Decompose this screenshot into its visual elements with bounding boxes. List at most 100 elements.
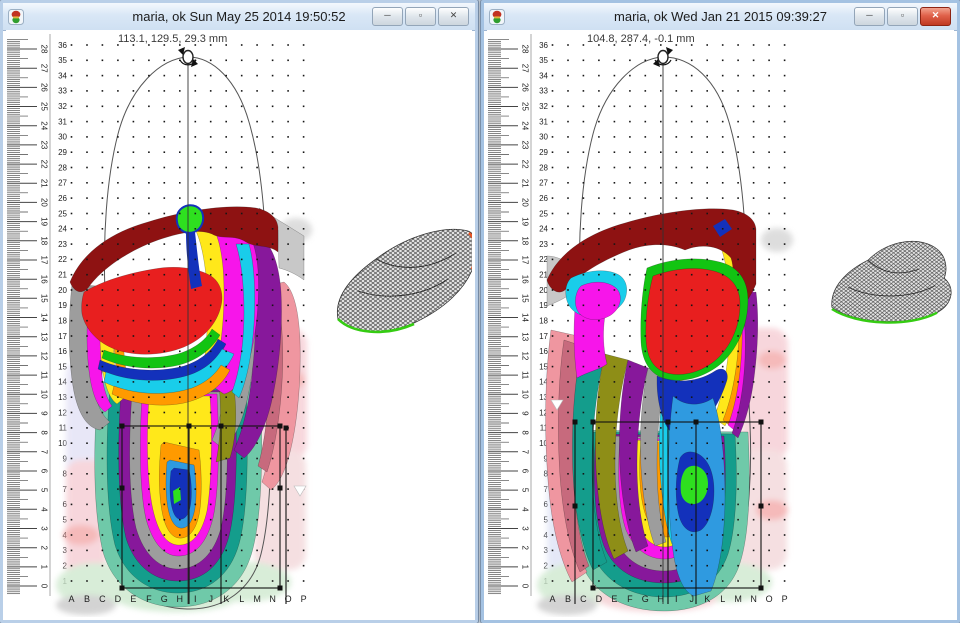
svg-text:27: 27: [40, 64, 49, 73]
svg-text:29: 29: [58, 148, 67, 157]
svg-text:7: 7: [521, 450, 530, 455]
svg-text:18: 18: [58, 317, 67, 326]
svg-text:O: O: [285, 594, 292, 604]
svg-text:25: 25: [521, 102, 530, 111]
svg-text:21: 21: [40, 179, 49, 188]
svg-text:G: G: [642, 594, 649, 604]
svg-text:19: 19: [521, 217, 530, 226]
heel-3d-mesh-view[interactable]: [821, 208, 954, 353]
svg-text:8: 8: [521, 430, 530, 435]
svg-text:8: 8: [40, 430, 49, 435]
pressure-map-canvas[interactable]: 2827262524232221201918171615141312111098…: [6, 30, 318, 617]
svg-text:A: A: [549, 594, 555, 604]
titlebar[interactable]: maria, ok Wed Jan 21 2015 09:39:27 ─ ▫ ✕: [484, 3, 957, 31]
svg-text:23: 23: [539, 240, 548, 249]
svg-text:26: 26: [40, 83, 49, 92]
svg-text:24: 24: [58, 225, 67, 234]
svg-text:E: E: [611, 594, 617, 604]
svg-text:25: 25: [40, 102, 49, 111]
svg-text:10: 10: [40, 390, 49, 399]
svg-text:H: H: [658, 594, 665, 604]
svg-text:17: 17: [539, 332, 548, 341]
svg-text:K: K: [223, 594, 229, 604]
svg-text:32: 32: [58, 102, 67, 111]
close-button[interactable]: ✕: [438, 7, 469, 26]
cm-ruler: 2827262524232221201918171615141312111098…: [7, 39, 49, 595]
svg-text:24: 24: [40, 121, 49, 130]
svg-text:22: 22: [40, 160, 49, 169]
svg-text:13: 13: [521, 332, 530, 341]
svg-text:18: 18: [521, 236, 530, 245]
svg-text:1: 1: [40, 565, 49, 570]
pressure-contour-map: [545, 208, 758, 612]
svg-text:3: 3: [40, 526, 49, 531]
svg-text:32: 32: [539, 102, 548, 111]
svg-text:6: 6: [521, 469, 530, 474]
svg-text:15: 15: [40, 294, 49, 303]
svg-text:K: K: [704, 594, 710, 604]
svg-text:D: D: [115, 594, 122, 604]
svg-text:20: 20: [521, 198, 530, 207]
svg-text:25: 25: [58, 209, 67, 218]
app-foot-icon: [489, 8, 505, 25]
svg-text:28: 28: [58, 163, 67, 172]
svg-text:4: 4: [40, 507, 49, 512]
svg-text:21: 21: [58, 271, 67, 280]
svg-text:5: 5: [40, 488, 49, 493]
pressure-map-canvas[interactable]: 2827262524232221201918171615141312111098…: [487, 30, 799, 617]
svg-text:35: 35: [58, 56, 67, 65]
svg-text:31: 31: [539, 117, 548, 126]
svg-text:6: 6: [40, 469, 49, 474]
svg-text:L: L: [239, 594, 244, 604]
svg-text:23: 23: [521, 140, 530, 149]
rotation-marker[interactable]: [178, 47, 198, 67]
minimize-button[interactable]: ─: [854, 7, 885, 26]
svg-text:33: 33: [539, 87, 548, 96]
svg-text:22: 22: [58, 255, 67, 264]
svg-text:33: 33: [58, 87, 67, 96]
svg-text:23: 23: [58, 240, 67, 249]
svg-text:D: D: [596, 594, 603, 604]
svg-text:20: 20: [58, 286, 67, 295]
minimize-button[interactable]: ─: [372, 7, 403, 26]
maximize-button[interactable]: ▫: [887, 7, 918, 26]
svg-text:F: F: [146, 594, 152, 604]
svg-text:4: 4: [521, 507, 530, 512]
svg-text:13: 13: [40, 332, 49, 341]
maximize-button[interactable]: ▫: [405, 7, 436, 26]
desktop: { "windows": [ { "side": "left", "title"…: [0, 0, 960, 623]
svg-text:31: 31: [58, 117, 67, 126]
svg-text:34: 34: [58, 71, 67, 80]
svg-text:M: M: [253, 594, 261, 604]
close-button[interactable]: ✕: [920, 7, 951, 26]
svg-text:24: 24: [539, 225, 548, 234]
svg-text:16: 16: [58, 347, 67, 356]
svg-text:29: 29: [539, 148, 548, 157]
svg-text:10: 10: [521, 390, 530, 399]
svg-text:19: 19: [58, 301, 67, 310]
titlebar[interactable]: maria, ok Sun May 25 2014 19:50:52 ─ ▫ ✕: [3, 3, 475, 31]
svg-text:12: 12: [40, 351, 49, 360]
insole-3d-mesh-view[interactable]: [328, 201, 472, 356]
svg-text:9: 9: [521, 411, 530, 416]
svg-text:A: A: [68, 594, 74, 604]
svg-text:36: 36: [539, 41, 548, 50]
svg-text:B: B: [84, 594, 90, 604]
svg-text:18: 18: [539, 317, 548, 326]
svg-text:I: I: [194, 594, 197, 604]
client-area: 113.1, 129.5, 29.3 mm 28 27 26 25 24 23 22 21 20…: [6, 30, 472, 617]
patient-window-left[interactable]: maria, ok Sun May 25 2014 19:50:52 ─ ▫ ✕…: [0, 0, 479, 623]
svg-text:0: 0: [40, 584, 49, 589]
cm-ruler: 2827262524232221201918171615141312111098…: [488, 39, 530, 595]
svg-text:C: C: [580, 594, 587, 604]
svg-text:27: 27: [58, 179, 67, 188]
patient-window-right[interactable]: maria, ok Wed Jan 21 2015 09:39:27 ─ ▫ ✕…: [480, 0, 960, 623]
svg-text:26: 26: [521, 83, 530, 92]
svg-text:N: N: [269, 594, 276, 604]
svg-text:26: 26: [58, 194, 67, 203]
svg-text:28: 28: [40, 45, 49, 54]
svg-text:24: 24: [521, 121, 530, 130]
svg-text:5: 5: [521, 488, 530, 493]
svg-text:22: 22: [521, 160, 530, 169]
svg-text:I: I: [675, 594, 678, 604]
